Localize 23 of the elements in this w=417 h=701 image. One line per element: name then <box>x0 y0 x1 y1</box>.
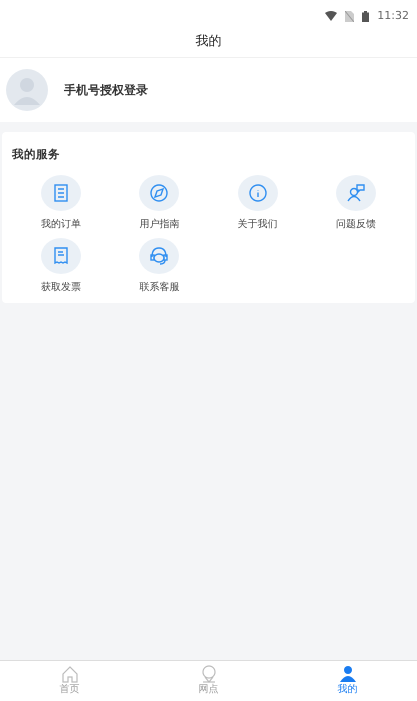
avatar[interactable] <box>6 69 48 111</box>
info-icon <box>238 175 278 212</box>
service-item[interactable]: 问题反馈 <box>306 175 405 232</box>
section-title: 我的服务 <box>12 146 61 163</box>
service-item[interactable]: 联系客服 <box>110 238 208 296</box>
battery-icon <box>362 10 370 22</box>
service-item[interactable]: 获取发票 <box>12 238 110 296</box>
person-message-icon <box>336 175 376 212</box>
headset-icon <box>139 238 180 274</box>
service-item[interactable]: 我的订单 <box>12 175 110 232</box>
compass-icon <box>139 175 180 212</box>
wifi-icon <box>325 11 338 21</box>
receipt-icon <box>41 238 82 274</box>
tab[interactable]: 我的 <box>278 661 417 701</box>
no-sim-icon <box>345 10 354 22</box>
person-icon <box>338 664 358 684</box>
home-icon <box>60 664 80 684</box>
service-item[interactable]: 用户指南 <box>110 175 208 232</box>
login-link[interactable]: 手机号授权登录 <box>64 81 148 99</box>
page-title: 我的 <box>196 33 222 51</box>
status-time: 11:32 <box>377 8 409 24</box>
service-item[interactable]: 关于我们 <box>208 175 307 232</box>
list-icon <box>41 175 82 212</box>
